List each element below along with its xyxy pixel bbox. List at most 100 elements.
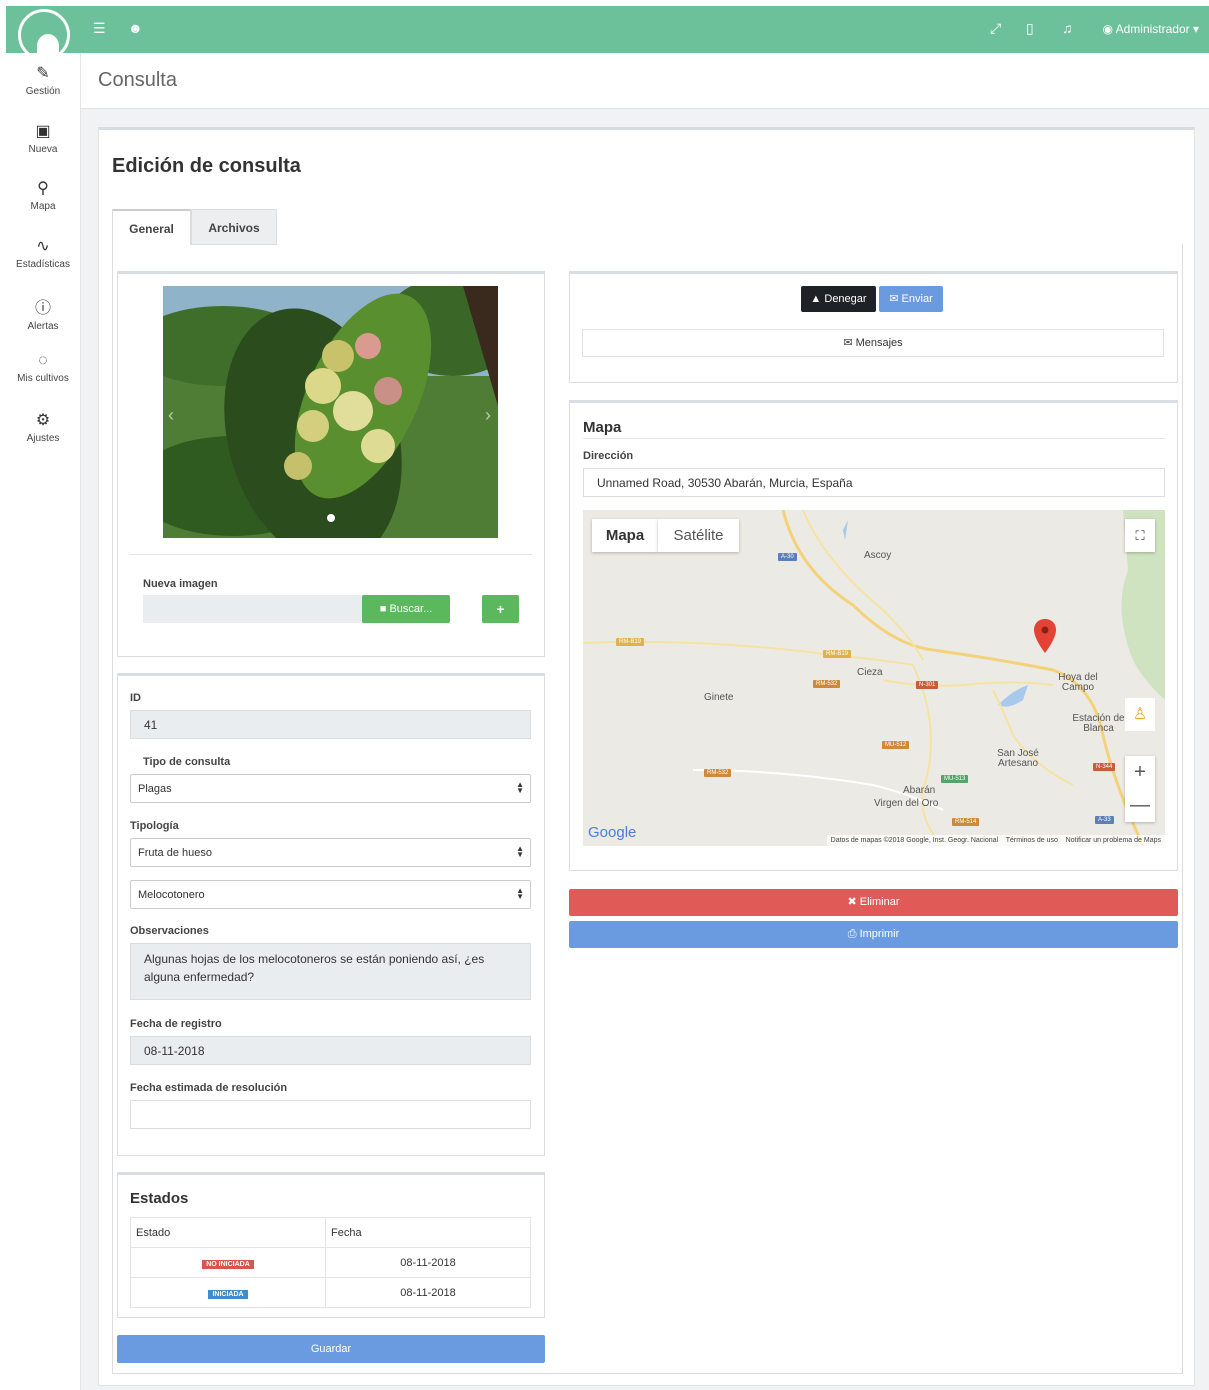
place-label: San José Artesano [997, 748, 1039, 769]
messages-button[interactable]: ✉ Mensajes [582, 329, 1164, 357]
deny-button[interactable]: ▲ Denegar [801, 286, 876, 312]
map-panel-title: Mapa [583, 419, 622, 436]
save-button[interactable]: Guardar [117, 1335, 545, 1363]
tablet-icon[interactable]: ▯ [1026, 20, 1034, 37]
user-circle-icon: ◉ [1102, 22, 1113, 36]
estados-panel: Estados Estado Fecha NO INICIADA 08-11-2… [117, 1172, 545, 1318]
file-path-input[interactable] [143, 595, 363, 623]
table-row: NO INICIADA 08-11-2018 [130, 1247, 531, 1278]
top-navbar: ☰ ☻ ⤢ ▯ ♫ ◉ Administrador ▾ [6, 6, 1209, 61]
svg-text:›: › [485, 405, 491, 425]
consultation-photo-carousel[interactable]: ‹ › [163, 286, 498, 538]
road-badge: RM-B19 [823, 650, 852, 658]
zoom-out-icon[interactable]: — [1125, 789, 1155, 822]
subtipo-select[interactable]: Melocotonero ▲ ▼ [130, 880, 531, 909]
print-button[interactable]: ⎙ Imprimir [569, 921, 1178, 948]
delete-button[interactable]: ✖ Eliminar [569, 889, 1178, 916]
image-panel: ‹ › Nueva imagen ■ Buscar... + [117, 271, 545, 657]
tipo-consulta-label: Tipo de consulta [143, 756, 231, 768]
observaciones-label: Observaciones [130, 925, 209, 937]
user-menu[interactable]: ◉ Administrador ▾ [1102, 22, 1199, 36]
sidebar-item-ajustes[interactable]: ⚙ Ajustes [6, 410, 80, 444]
page-title: Consulta [98, 69, 177, 91]
sidebar-item-estadisticas[interactable]: ∿ Estadísticas [6, 236, 80, 270]
map-marker-icon: ⚲ [37, 180, 49, 197]
id-label: ID [130, 692, 141, 704]
add-image-button[interactable]: + [482, 595, 519, 623]
folder-icon: ■ [379, 603, 387, 615]
fullscreen-icon[interactable]: ⛶ [1125, 519, 1155, 552]
sidebar-item-alertas[interactable]: ⓘ Alertas [6, 294, 80, 332]
status-badge: INICIADA [208, 1289, 248, 1299]
road-badge: A-33 [1095, 816, 1114, 824]
page-header: Consulta [81, 53, 1209, 109]
road-badge: RM-532 [704, 769, 732, 777]
sidebar-item-mis-cultivos[interactable]: ◌ Mis cultivos [6, 352, 80, 384]
table-cell-date: 08-11-2018 [325, 1277, 531, 1308]
report-link[interactable]: Notificar un problema de Maps [1066, 837, 1161, 844]
place-label: Cieza [857, 667, 883, 678]
new-image-label: Nueva imagen [143, 578, 218, 590]
pegman-icon[interactable]: ♙ [1125, 698, 1155, 731]
hamburger-menu-icon[interactable]: ☰ [93, 20, 106, 37]
road-badge: N-301 [916, 681, 939, 689]
observaciones-textarea[interactable]: Algunas hojas de los melocotoneros se es… [130, 943, 531, 1000]
table-row: INICIADA 08-11-2018 [130, 1277, 531, 1308]
select-arrows-icon: ▲ ▼ [516, 886, 524, 901]
road-badge: RM-514 [952, 818, 980, 826]
estados-title: Estados [130, 1190, 189, 1207]
place-label: Hoya del Campo [1058, 672, 1098, 693]
form-panel: ID 41 Tipo de consulta Plagas ▲ ▼ Tipologí… [117, 673, 545, 1156]
road-badge: A-30 [778, 553, 797, 561]
address-field[interactable]: Unnamed Road, 30530 Abarán, Murcia, Espa… [583, 468, 1165, 497]
tipo-consulta-select[interactable]: Plagas ▲ ▼ [130, 774, 531, 803]
zoom-control: + — [1125, 756, 1155, 822]
zoom-in-icon[interactable]: + [1125, 756, 1155, 789]
tab-pane-general: ‹ › Nueva imagen ■ Buscar... + ID 41 Tip… [112, 244, 1183, 1374]
map-panel: Mapa Dirección Unnamed Road, 30530 Abará… [569, 400, 1178, 871]
tab-archivos[interactable]: Archivos [191, 209, 277, 245]
life-ring-icon: ◌ [38, 352, 48, 369]
bell-icon[interactable]: ♫ [1062, 20, 1073, 36]
road-badge: N-344 [1093, 763, 1116, 771]
road-badge: RM-B19 [616, 638, 645, 646]
table-cell-date: 08-11-2018 [325, 1247, 531, 1278]
alert-circle-icon: ⓘ [34, 300, 51, 317]
map-data-text: Datos de mapas ©2018 Google, Inst. Geogr… [830, 837, 999, 844]
sidebar-item-mapa[interactable]: ⚲ Mapa [6, 178, 80, 212]
send-button[interactable]: ✉ Enviar [879, 286, 943, 312]
line-chart-icon: ∿ [36, 238, 50, 255]
card-title: Edición de consulta [112, 155, 301, 177]
map-type-map-tab[interactable]: Mapa [592, 519, 658, 552]
google-logo: Google [588, 824, 637, 841]
fecha-registro-field: 08-11-2018 [130, 1036, 531, 1065]
estado-header: Estado [130, 1217, 326, 1248]
place-label: Virgen del Oro [874, 798, 939, 809]
plus-square-icon: ▣ [35, 123, 51, 140]
select-arrows-icon: ▲ ▼ [516, 844, 524, 859]
fecha-resolucion-input[interactable] [130, 1100, 531, 1129]
sidebar-item-gestion[interactable]: ✎ Gestión [6, 63, 80, 97]
actions-panel: ▲ Denegar ✉ Enviar ✉ Mensajes [569, 271, 1178, 383]
terms-link[interactable]: Términos de uso [1006, 837, 1058, 844]
envelope-icon: ✉ [889, 293, 899, 305]
status-badge: NO INICIADA [202, 1259, 254, 1269]
sidebar: ✎ Gestión ▣ Nueva ⚲ Mapa ∿ Estadísticas ⓘ Ale… [6, 53, 81, 1390]
place-label: Abarán [903, 785, 936, 796]
user-icon[interactable]: ☻ [128, 20, 143, 36]
divider [130, 554, 532, 555]
close-icon: ✖ [847, 896, 857, 908]
map-marker-icon[interactable] [1034, 619, 1056, 655]
expand-icon[interactable]: ⤢ [990, 20, 1001, 37]
map-attribution: Datos de mapas ©2018 Google, Inst. Geogr… [826, 835, 1165, 846]
tab-general[interactable]: General [112, 209, 191, 245]
address-label: Dirección [583, 450, 634, 462]
place-label: Ginete [704, 692, 734, 703]
browse-button[interactable]: ■ Buscar... [362, 595, 450, 623]
fecha-resolucion-label: Fecha estimada de resolución [130, 1082, 288, 1094]
wrench-icon: ✎ [36, 65, 50, 82]
sidebar-item-nueva[interactable]: ▣ Nueva [6, 121, 80, 155]
google-map[interactable]: Mapa Satélite ⛶ Ascoy Cieza Ginete Hoya … [583, 510, 1165, 846]
map-type-satellite-tab[interactable]: Satélite [658, 519, 739, 552]
tipologia-select[interactable]: Fruta de hueso ▲ ▼ [130, 838, 531, 867]
